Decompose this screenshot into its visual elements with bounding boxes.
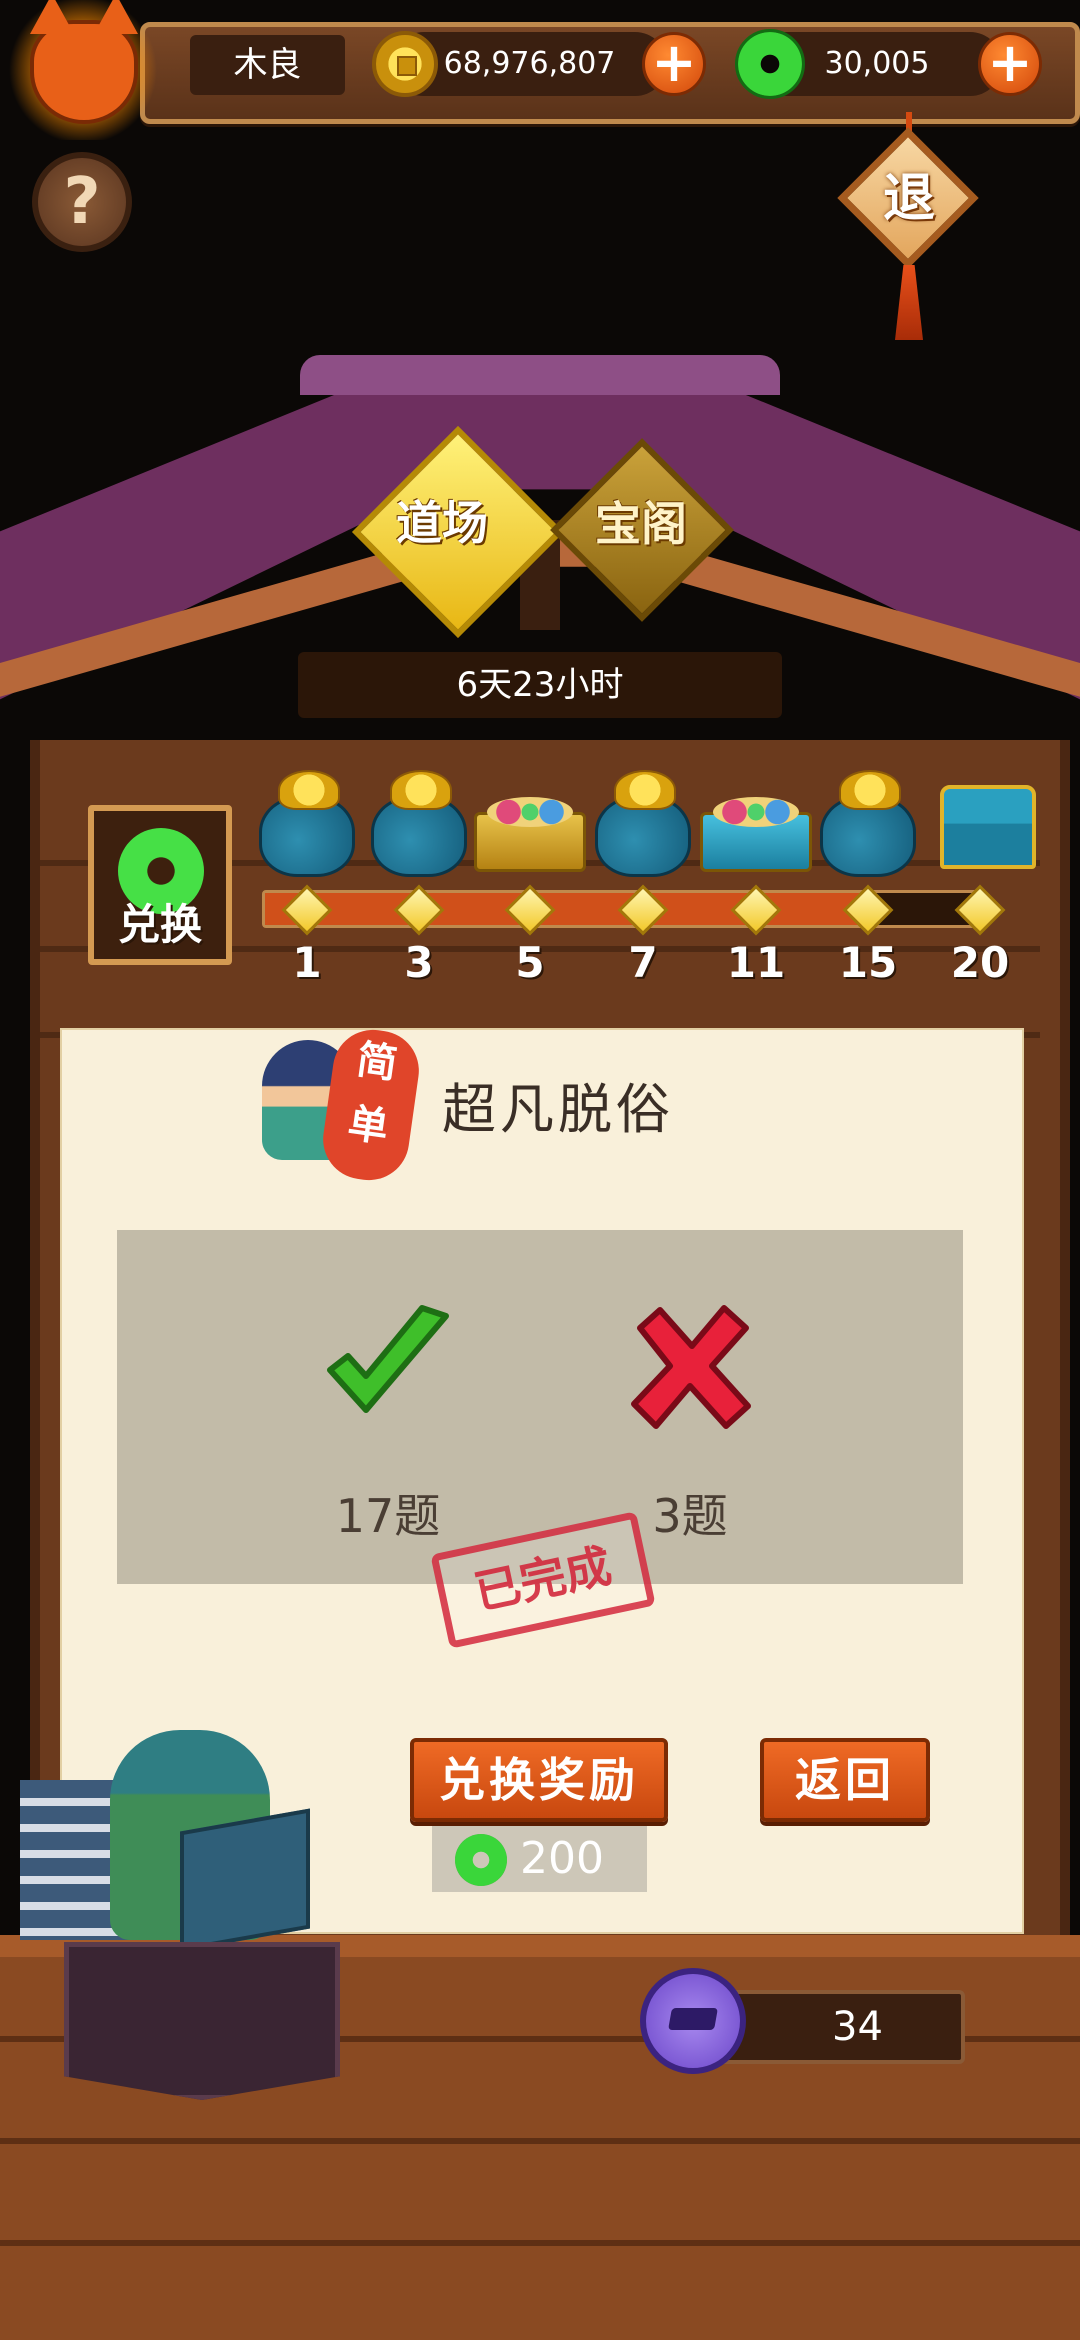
coin-bag-icon[interactable] <box>595 770 691 877</box>
fox-mask-icon <box>30 0 138 124</box>
treasure-chest-icon[interactable] <box>940 785 1036 869</box>
graduation-cap-icon <box>640 1968 746 2074</box>
quiz-title: 超凡脱俗 <box>442 1078 674 1141</box>
coin-bag-icon[interactable] <box>371 770 467 877</box>
jade-icon <box>455 1834 507 1886</box>
correct-count: 17题 <box>335 1489 441 1543</box>
milestone-number: 11 <box>726 938 786 987</box>
gem-tray-icon[interactable] <box>474 797 586 872</box>
milestone-number: 7 <box>628 938 658 987</box>
milestone-number: 1 <box>292 938 322 987</box>
coin-bag-icon[interactable] <box>820 770 916 877</box>
check-icon <box>327 1305 449 1413</box>
coin-bag-icon[interactable] <box>259 770 355 877</box>
exit-label: 退 <box>882 169 935 229</box>
tab-dojo[interactable]: 道场 <box>342 493 542 553</box>
tab-treasure[interactable]: 宝阁 <box>541 494 741 554</box>
add-jade-button[interactable]: + <box>978 32 1042 96</box>
open-book-icon <box>180 1808 310 1952</box>
exchange-label: 兑换 <box>117 900 202 949</box>
coin-icon <box>372 31 438 97</box>
milestone-number: 20 <box>950 938 1010 987</box>
book-menu-button[interactable] <box>64 1942 340 2100</box>
event-timer: 6天23小时 <box>298 652 782 718</box>
difficulty-char-2: 单 <box>345 1100 392 1152</box>
back-button[interactable]: 返回 <box>760 1738 930 1822</box>
milestone-number: 15 <box>838 938 898 987</box>
redeem-reward-button[interactable]: 兑换奖励 <box>410 1738 668 1822</box>
redeem-cost: 200 <box>520 1833 604 1884</box>
difficulty-char-1: 简 <box>353 1036 400 1088</box>
milestone-number: 5 <box>515 938 545 987</box>
help-button[interactable]: ? <box>32 152 132 252</box>
add-coins-button[interactable]: + <box>642 32 706 96</box>
cross-icon <box>631 1305 751 1429</box>
exit-button[interactable]: 退 <box>837 127 980 270</box>
milestone-number: 3 <box>404 938 434 987</box>
gem-chest-icon[interactable] <box>700 797 812 872</box>
roof-ridge <box>300 355 780 395</box>
player-name: 木良 <box>190 35 345 95</box>
jade-icon <box>735 29 805 99</box>
tassel-icon <box>895 265 923 340</box>
